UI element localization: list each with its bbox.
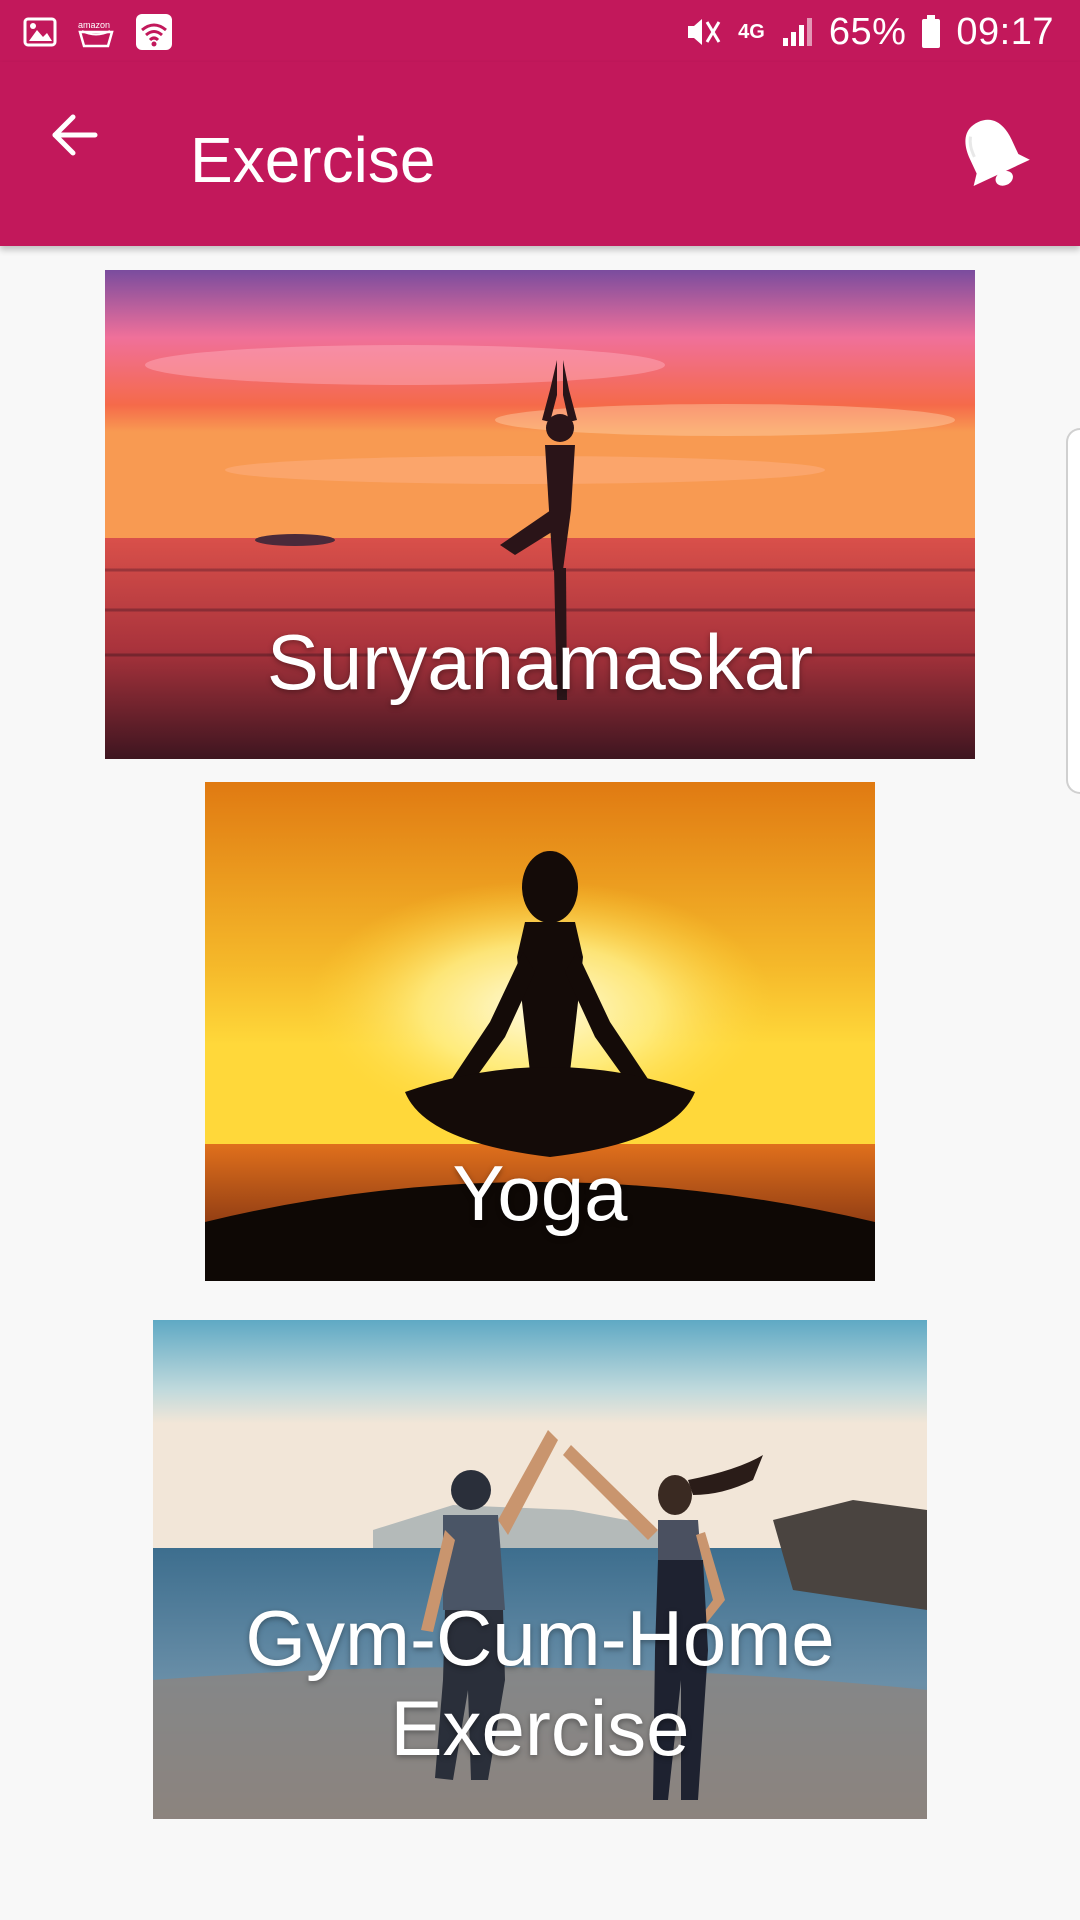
status-right-icons: 4G 65% 09:17 (684, 10, 1054, 54)
network-type-label: 4G (738, 21, 765, 43)
card-suryanamaskar[interactable]: Suryanamaskar (105, 270, 975, 759)
clock: 09:17 (956, 11, 1054, 53)
status-left-icons: amazon (22, 12, 174, 52)
card-label-gym-line2: Exercise (390, 1684, 690, 1772)
amazon-icon: amazon (76, 14, 116, 50)
card-label-yoga: Yoga (452, 1149, 628, 1237)
notification-button[interactable] (944, 106, 1040, 202)
card-yoga[interactable]: Yoga (205, 782, 875, 1281)
back-button[interactable] (40, 102, 110, 172)
signal-icon (779, 14, 815, 50)
status-bar: amazon 4G 65% 09:17 (0, 0, 1080, 62)
mute-icon (684, 14, 724, 50)
wifi-icon (134, 12, 174, 52)
arrow-back-icon (49, 109, 101, 166)
svg-text:amazon: amazon (78, 20, 110, 30)
card-label-gym-line1: Gym-Cum-Home (245, 1594, 835, 1682)
battery-icon (920, 14, 942, 50)
card-label-suryanamaskar: Suryanamaskar (266, 618, 814, 706)
card-gym-cum-home-exercise[interactable]: Gym-Cum-Home Exercise (153, 1320, 927, 1819)
gallery-icon (22, 14, 58, 50)
app-bar: Exercise (0, 62, 1080, 246)
battery-percent: 65% (828, 11, 907, 53)
page-title: Exercise (190, 124, 436, 196)
edge-panel-handle[interactable] (1066, 428, 1080, 794)
bell-icon (949, 109, 1035, 200)
